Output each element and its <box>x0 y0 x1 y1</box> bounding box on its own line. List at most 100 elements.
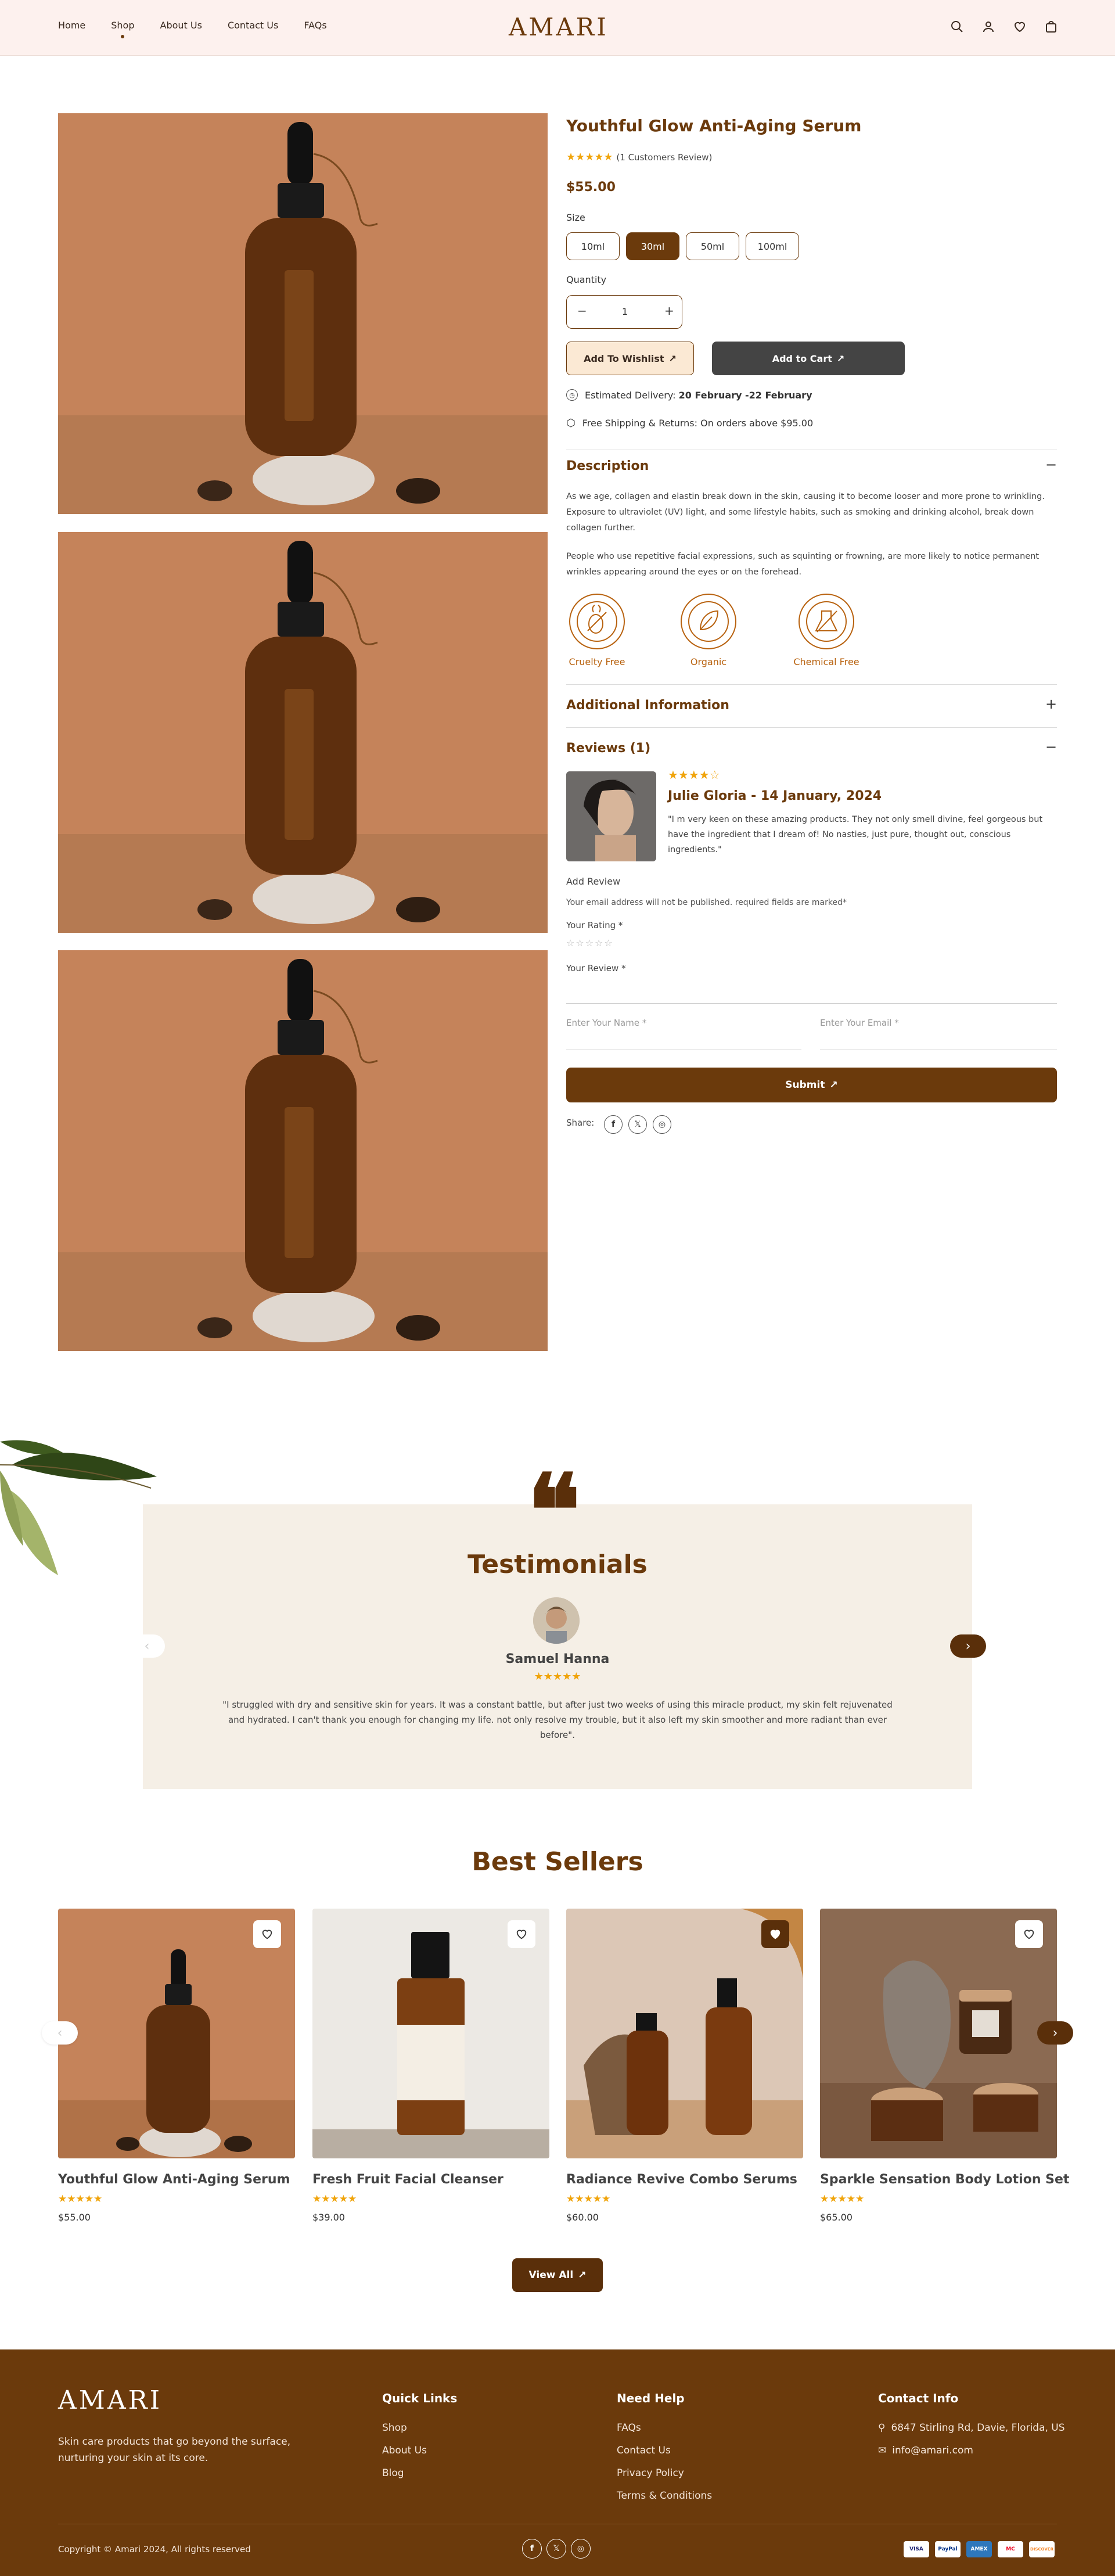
wishlist-heart-icon[interactable] <box>253 1920 281 1948</box>
quantity-increment[interactable]: + <box>664 304 674 318</box>
view-all-button[interactable]: View All ↗ <box>512 2258 603 2292</box>
best-sellers-prev-button[interactable]: ‹ <box>42 2021 78 2045</box>
reviews-heading[interactable]: Reviews (1) <box>566 741 650 756</box>
wishlist-heart-icon[interactable] <box>1015 1920 1043 1948</box>
testimonial-avatar <box>533 1597 580 1644</box>
facebook-icon[interactable]: f <box>604 1115 623 1134</box>
box-icon: ⬡ <box>566 417 576 429</box>
nav-shop[interactable]: Shop <box>111 20 135 38</box>
testimonial-prev-button[interactable]: ‹ <box>129 1634 165 1658</box>
shipping-info: ⬡ Free Shipping & Returns: On orders abo… <box>566 417 813 429</box>
product-image-2[interactable] <box>58 532 548 933</box>
size-option-50ml[interactable]: 50ml <box>686 232 739 260</box>
size-label: Size <box>566 212 585 223</box>
description-paragraph-2: People who use repetitive facial express… <box>566 552 1040 577</box>
quantity-value[interactable]: 1 <box>622 306 628 317</box>
your-review-label: Your Review * <box>566 963 626 973</box>
heart-icon[interactable] <box>1013 20 1027 34</box>
view-all-label: View All <box>528 2269 574 2281</box>
rating-stars: ★★★★★ <box>566 151 613 163</box>
delivery-dates: 20 February -22 February <box>678 389 812 401</box>
x-twitter-icon[interactable]: 𝕏 <box>628 1115 647 1134</box>
review-textarea[interactable] <box>566 979 1057 1004</box>
submit-label: Submit <box>785 1079 825 1091</box>
testimonials-title: Testimonials <box>467 1550 648 1579</box>
review-text: "I m very keen on these amazing products… <box>668 815 1043 854</box>
wishlist-heart-icon[interactable] <box>508 1920 535 1948</box>
footer-instagram-icon[interactable]: ◎ <box>571 2539 591 2559</box>
footer-link-contact[interactable]: Contact Us <box>617 2445 671 2456</box>
address-text: 6847 Stirling Rd, Davie, Florida, US <box>891 2422 1065 2434</box>
product-rating: ★★★★★ (1 Customers Review) <box>566 151 712 163</box>
site-footer: AMARI Skin care products that go beyond … <box>0 2349 1115 2576</box>
footer-x-icon[interactable]: 𝕏 <box>546 2539 566 2559</box>
best-sellers-next-button[interactable]: › <box>1037 2021 1073 2045</box>
email-field[interactable]: Enter Your Email * <box>820 1012 1057 1050</box>
reviewer-avatar <box>566 771 656 861</box>
collapse-reviews-icon[interactable]: − <box>1045 739 1057 755</box>
quantity-decrement[interactable]: − <box>577 304 587 318</box>
product-stars: ★★★★★ <box>58 2193 103 2205</box>
footer-link-shop[interactable]: Shop <box>382 2422 407 2434</box>
nav-faqs[interactable]: FAQs <box>304 20 326 31</box>
additional-info-heading[interactable]: Additional Information <box>566 698 729 713</box>
footer-link-terms[interactable]: Terms & Conditions <box>617 2490 712 2502</box>
review-author: Julie Gloria - 14 January, 2024 <box>668 789 882 803</box>
mail-icon: ✉ <box>878 2445 887 2456</box>
product-name[interactable]: Radiance Revive Combo Serums <box>566 2172 797 2187</box>
rating-input-stars[interactable]: ☆☆☆☆☆ <box>566 937 614 949</box>
wishlist-label: Add To Wishlist <box>584 353 664 364</box>
collapse-description-icon[interactable]: − <box>1045 457 1057 473</box>
copyright: Copyright © Amari 2024, All rights reser… <box>58 2544 251 2555</box>
arrow-up-right-icon: ↗ <box>836 353 845 364</box>
cart-label: Add to Cart <box>772 353 832 364</box>
footer-email[interactable]: ✉ info@amari.com <box>878 2445 973 2456</box>
footer-facebook-icon[interactable]: f <box>522 2539 542 2559</box>
product-image-3[interactable] <box>58 950 548 1351</box>
size-option-100ml[interactable]: 100ml <box>746 232 799 260</box>
size-option-10ml[interactable]: 10ml <box>566 232 620 260</box>
footer-link-about[interactable]: About Us <box>382 2445 427 2456</box>
nav-about[interactable]: About Us <box>160 20 202 31</box>
footer-link-privacy[interactable]: Privacy Policy <box>617 2467 684 2479</box>
search-icon[interactable] <box>950 20 964 34</box>
footer-logo[interactable]: AMARI <box>58 2385 162 2415</box>
size-option-30ml[interactable]: 30ml <box>626 232 679 260</box>
nav-home[interactable]: Home <box>58 20 85 31</box>
testimonial-stars: ★★★★★ <box>534 1670 581 1683</box>
description-paragraph-1: As we age, collagen and elastin break do… <box>566 492 1045 533</box>
reviews-count[interactable]: (1 Customers Review) <box>616 152 712 163</box>
badge-cruelty-free-label: Cruelty Free <box>569 656 625 667</box>
shipping-text: Free Shipping & Returns: On orders above… <box>582 418 814 429</box>
add-to-cart-button[interactable]: Add to Cart ↗ <box>712 342 905 375</box>
product-name[interactable]: Sparkle Sensation Body Lotion Set <box>820 2172 1069 2187</box>
add-to-wishlist-button[interactable]: Add To Wishlist ↗ <box>566 342 694 375</box>
wishlist-heart-filled-icon[interactable] <box>761 1920 789 1948</box>
divider <box>566 684 1057 685</box>
testimonial-next-button[interactable]: › <box>950 1634 986 1658</box>
footer-link-blog[interactable]: Blog <box>382 2467 404 2479</box>
email-note: Your email address will not be published… <box>566 898 847 907</box>
cruelty-free-icon <box>569 594 625 649</box>
discover-icon: DISCOVER <box>1029 2541 1055 2557</box>
arrow-up-right-icon: ↗ <box>829 1079 838 1091</box>
product-price: $65.00 <box>820 2212 853 2223</box>
quick-links-heading: Quick Links <box>382 2391 458 2405</box>
nav-contact[interactable]: Contact Us <box>228 20 278 31</box>
instagram-icon[interactable]: ◎ <box>653 1115 671 1134</box>
estimated-delivery: ◷ Estimated Delivery: 20 February -22 Fe… <box>566 389 812 401</box>
clock-icon: ◷ <box>566 389 578 401</box>
cart-icon[interactable] <box>1044 20 1058 34</box>
product-name[interactable]: Fresh Fruit Facial Cleanser <box>312 2172 503 2187</box>
name-field[interactable]: Enter Your Name * <box>566 1012 801 1050</box>
description-heading[interactable]: Description <box>566 459 649 473</box>
product-image-1[interactable] <box>58 113 548 514</box>
product-name[interactable]: Youthful Glow Anti-Aging Serum <box>58 2172 290 2187</box>
expand-additional-info-icon[interactable]: + <box>1045 696 1057 712</box>
user-icon[interactable] <box>981 20 995 34</box>
site-logo[interactable]: AMARI <box>509 13 609 41</box>
add-review-heading: Add Review <box>566 876 621 887</box>
footer-link-faqs[interactable]: FAQs <box>617 2422 641 2434</box>
submit-review-button[interactable]: Submit ↗ <box>566 1068 1057 1102</box>
product-price: $39.00 <box>312 2212 345 2223</box>
